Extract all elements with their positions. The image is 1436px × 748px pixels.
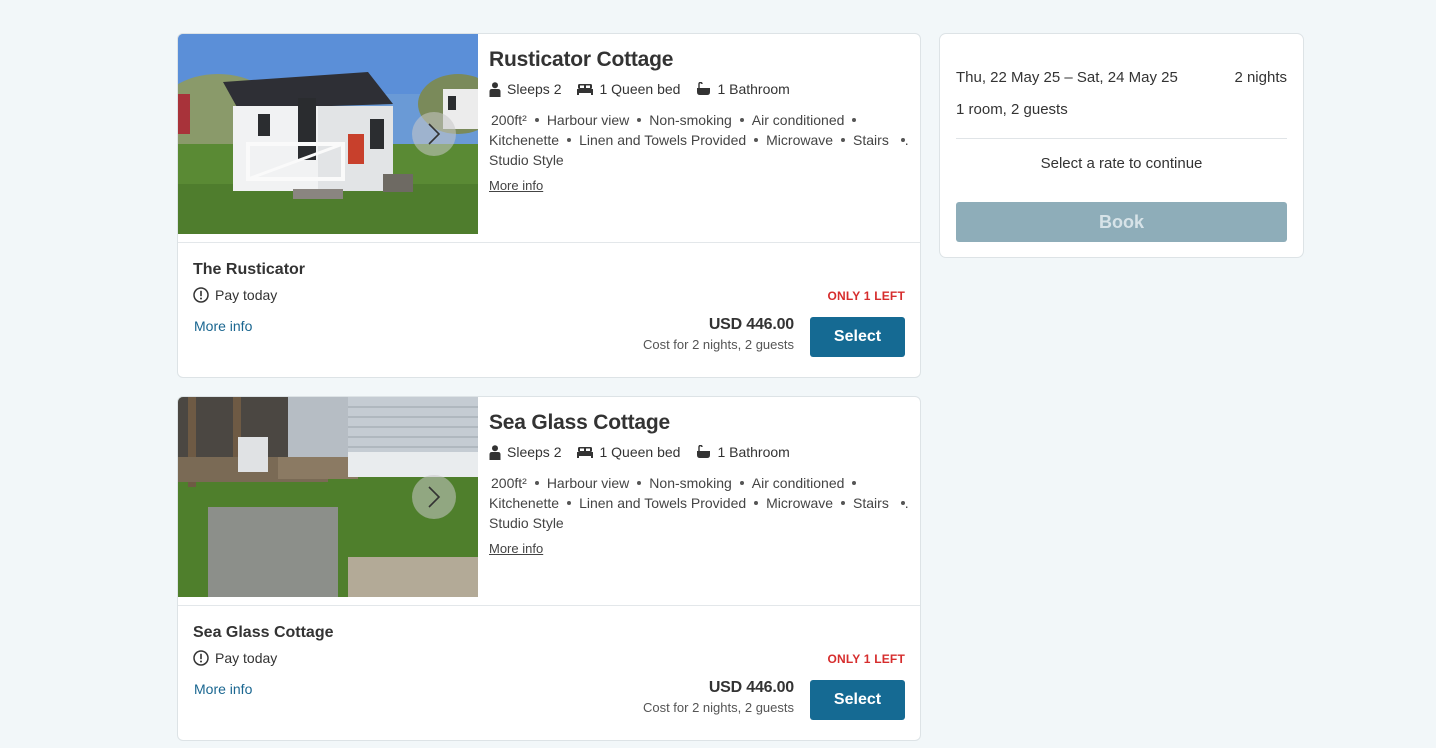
bed-icon [577, 84, 594, 95]
amenity: Harbour view [546, 475, 630, 491]
bathtub-icon [697, 82, 711, 95]
amenity: Microwave [766, 495, 834, 511]
room-info: Sea Glass Cottage Sleeps 2 1 Queen bed 1… [489, 411, 909, 558]
price-amount: USD 446.00 [708, 679, 794, 696]
amenity: Studio Style [489, 515, 564, 531]
room-details: Rusticator Cottage Sleeps 2 1 Queen bed … [178, 34, 920, 243]
price-block: USD 446.00 Cost for 2 nights, 2 guests [643, 316, 794, 352]
sleeps-spec: Sleeps 2 [489, 444, 561, 460]
amenity: 200ft² [491, 112, 527, 128]
amenities-overflow: ... [904, 495, 909, 511]
pay-today: Pay today [193, 287, 277, 303]
amenity: Air conditioned [751, 112, 845, 128]
room-guests[interactable]: 1 room, 2 guests [956, 101, 1068, 118]
bath-label: 1 Bathroom [717, 81, 790, 97]
sleeps-label: Sleeps 2 [507, 81, 562, 97]
select-rate-button[interactable]: Select [810, 680, 905, 720]
booking-summary: Thu, 22 May 25 – Sat, 24 May 25 2 nights… [939, 33, 1304, 258]
stay-nights: 2 nights [1234, 69, 1287, 86]
info-icon [193, 650, 209, 666]
room-name: Sea Glass Cottage [489, 411, 671, 434]
rate-row: Sea Glass Cottage Pay today More info ON… [178, 606, 920, 740]
bath-spec: 1 Bathroom [696, 444, 790, 460]
sleeps-label: Sleeps 2 [507, 444, 562, 460]
next-photo-button[interactable] [412, 112, 456, 156]
bed-icon [577, 447, 594, 458]
person-icon [489, 81, 501, 97]
amenity: Linen and Towels Provided [579, 495, 747, 511]
amenity: Non-smoking [649, 475, 732, 491]
info-icon [193, 287, 209, 303]
price-amount: USD 446.00 [708, 316, 794, 333]
next-photo-button[interactable] [412, 475, 456, 519]
room-card: Sea Glass Cottage Sleeps 2 1 Queen bed 1… [177, 396, 921, 741]
person-icon [489, 444, 501, 460]
room-photo[interactable] [178, 397, 478, 597]
amenity: Stairs [853, 495, 889, 511]
chevron-right-icon [428, 123, 441, 145]
amenity: Microwave [766, 132, 834, 148]
amenity: Air conditioned [751, 475, 845, 491]
amenity: 200ft² [491, 475, 527, 491]
amenities-overflow: ... [904, 132, 909, 148]
amenity: Kitchenette [489, 132, 560, 148]
room-specs: Sleeps 2 1 Queen bed 1 Bathroom [489, 80, 909, 98]
rate-name: Sea Glass Cottage [193, 624, 334, 641]
book-button[interactable]: Book [956, 202, 1287, 242]
bed-label: 1 Queen bed [599, 81, 681, 97]
amenities-list: 200ft² Harbour view Non-smoking Air conditi… [489, 473, 909, 533]
bath-label: 1 Bathroom [717, 444, 790, 460]
room-card: Rusticator Cottage Sleeps 2 1 Queen bed … [177, 33, 921, 378]
bath-spec: 1 Bathroom [696, 81, 790, 97]
price-note: Cost for 2 nights, 2 guests [642, 700, 794, 715]
room-name: Rusticator Cottage [489, 48, 674, 71]
pay-today-label: Pay today [215, 287, 278, 303]
room-specs: Sleeps 2 1 Queen bed 1 Bathroom [489, 443, 909, 461]
bed-spec: 1 Queen bed [577, 81, 680, 97]
rate-more-info-link[interactable]: More info [194, 318, 252, 334]
room-more-info-link[interactable]: More info [489, 178, 543, 193]
bed-label: 1 Queen bed [599, 444, 681, 460]
stay-dates[interactable]: Thu, 22 May 25 – Sat, 24 May 25 [956, 69, 1178, 86]
select-rate-prompt: Select a rate to continue [1040, 155, 1203, 172]
amenity: Harbour view [546, 112, 630, 128]
room-more-info-link[interactable]: More info [489, 541, 543, 556]
sleeps-spec: Sleeps 2 [489, 81, 561, 97]
room-details: Sea Glass Cottage Sleeps 2 1 Queen bed 1… [178, 397, 920, 606]
amenity: Kitchenette [489, 495, 560, 511]
amenity: Linen and Towels Provided [579, 132, 747, 148]
divider [956, 138, 1287, 139]
amenity: Non-smoking [649, 112, 732, 128]
chevron-right-icon [428, 486, 441, 508]
amenity: Studio Style [489, 152, 564, 168]
rate-name: The Rusticator [193, 261, 306, 278]
pay-today-label: Pay today [215, 650, 278, 666]
bed-spec: 1 Queen bed [577, 444, 680, 460]
availability-badge: ONLY 1 LEFT [827, 289, 905, 303]
room-info: Rusticator Cottage Sleeps 2 1 Queen bed … [489, 48, 909, 195]
pay-today: Pay today [193, 650, 277, 666]
rate-row: The Rusticator Pay today More info ONLY … [178, 243, 920, 377]
availability-badge: ONLY 1 LEFT [827, 652, 905, 666]
room-photo[interactable] [178, 34, 478, 234]
amenity: Stairs [853, 132, 889, 148]
price-note: Cost for 2 nights, 2 guests [642, 337, 794, 352]
bathtub-icon [697, 445, 711, 458]
select-rate-button[interactable]: Select [810, 317, 905, 357]
price-block: USD 446.00 Cost for 2 nights, 2 guests [643, 679, 794, 715]
rate-more-info-link[interactable]: More info [194, 681, 252, 697]
amenities-list: 200ft² Harbour view Non-smoking Air conditi… [489, 110, 909, 170]
